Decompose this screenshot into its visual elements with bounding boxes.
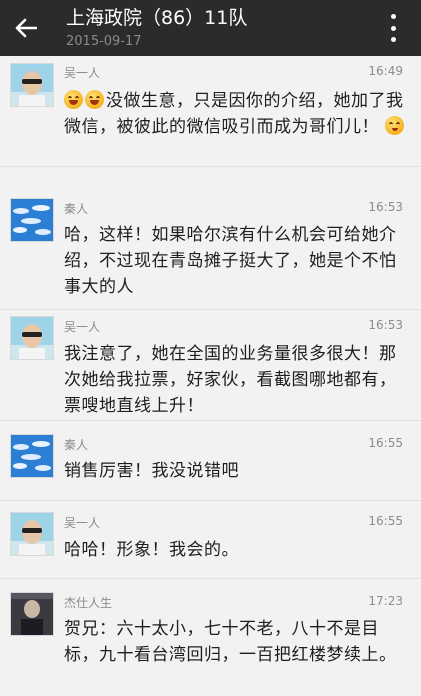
chat-date: 2015-09-17 <box>66 34 142 49</box>
message-text: 销售厉害！我没说错吧 <box>64 461 239 481</box>
message-time: 17:23 <box>368 594 403 608</box>
message-text: 贺兄：六十太小，七十不老，八十不是目标，九十看台湾回归，一百把红楼梦续上。 <box>64 619 397 665</box>
avatar-sunglasses-man[interactable] <box>10 63 54 107</box>
message-text: 哈，这样！如果哈尔滨有什么机会可给她介绍，不过现在青岛摊子挺大了，她是个不怕事大… <box>64 225 397 297</box>
message-item[interactable]: 秦人 16:53 哈，这样！如果哈尔滨有什么机会可给她介绍，不过现在青岛摊子挺大… <box>0 192 421 310</box>
message-item[interactable]: 吴一人 16:55 哈哈！形象！我会的。 <box>0 500 421 579</box>
avatar-blue-sky-clouds[interactable] <box>10 434 54 478</box>
avatar-sunglasses-man[interactable] <box>10 316 54 360</box>
back-arrow-icon <box>15 18 37 38</box>
message-time: 16:49 <box>368 64 403 78</box>
message-item[interactable]: 吴一人 16:49 没做生意，只是因你的介绍，她加了我微信，被彼此的微信吸引而成… <box>0 56 421 167</box>
sender-name: 秦人 <box>64 202 89 216</box>
title-bar: 上海政院（86）11队 2015-09-17 <box>0 0 421 56</box>
sender-name: 吴一人 <box>64 516 101 530</box>
sender-name: 吴一人 <box>64 320 101 334</box>
back-button[interactable] <box>10 12 42 44</box>
thinking-emoji-icon <box>384 116 404 135</box>
sender-name: 秦人 <box>64 438 89 452</box>
more-vertical-icon <box>390 14 396 19</box>
message-text: 没做生意，只是因你的介绍，她加了我微信，被彼此的微信吸引而成为哥们儿！ <box>64 90 404 137</box>
message-item[interactable]: 吴一人 16:53 我注意了，她在全国的业务量很多很大！那次她给我拉票，好家伙，… <box>0 309 421 421</box>
avatar-dark-photo[interactable] <box>10 592 54 636</box>
message-time: 16:55 <box>368 436 403 450</box>
grin-emoji-icon <box>85 90 104 109</box>
message-time: 16:55 <box>368 514 403 528</box>
avatar-blue-sky-clouds[interactable] <box>10 198 54 242</box>
sender-name: 吴一人 <box>64 66 101 80</box>
message-item[interactable]: 秦人 16:55 销售厉害！我没说错吧 <box>0 420 421 501</box>
more-menu-button[interactable] <box>381 14 405 42</box>
sender-name: 杰仕人生 <box>64 596 113 610</box>
message-time: 16:53 <box>368 318 403 332</box>
message-time: 16:53 <box>368 200 403 214</box>
message-text: 哈哈！形象！我会的。 <box>64 540 239 560</box>
message-text: 我注意了，她在全国的业务量很多很大！那次她给我拉票，好家伙，看截图哪地都有，票嗖… <box>64 344 397 416</box>
grin-emoji-icon <box>64 90 83 109</box>
avatar-sunglasses-man[interactable] <box>10 512 54 556</box>
message-item[interactable]: 杰仕人生 17:23 贺兄：六十太小，七十不老，八十不是目标，九十看台湾回归，一… <box>0 578 421 696</box>
chat-title: 上海政院（86）11队 <box>66 7 248 29</box>
